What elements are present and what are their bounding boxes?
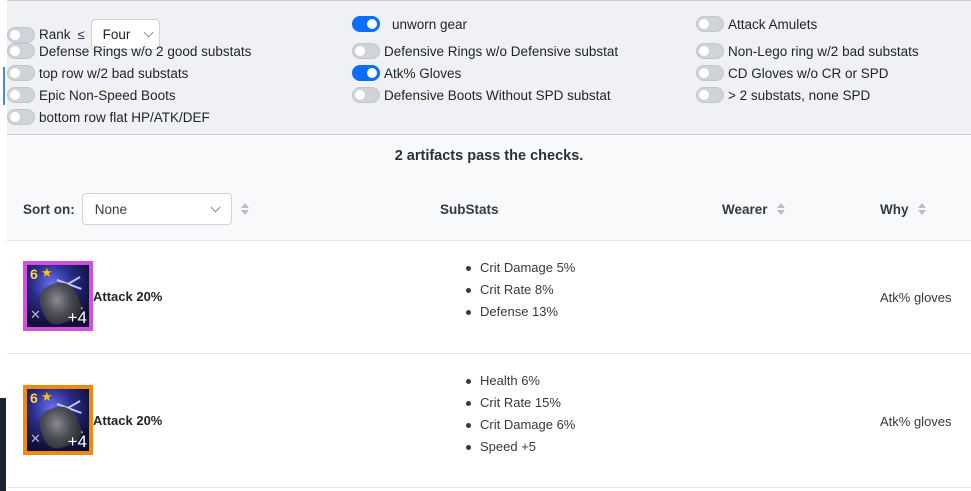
substat-list: Health 6% Crit Rate 15% Crit Damage 6% S…: [465, 370, 575, 458]
table-row: 6 ★ ✕ +4 Attack 20% Health 6% Crit Rate …: [7, 354, 971, 488]
filter-toggle[interactable]: [696, 65, 724, 81]
filter-toggle[interactable]: [7, 109, 35, 125]
filter-item[interactable]: Atk% Gloves: [352, 63, 461, 83]
results-summary: 2 artifacts pass the checks.: [7, 135, 971, 177]
sort-select[interactable]: None: [81, 193, 232, 225]
sort-select-value: None: [94, 201, 128, 217]
header-wearer-label: Wearer: [722, 201, 768, 217]
filter-toggle[interactable]: [7, 65, 35, 81]
sort-label: Sort on:: [23, 201, 75, 217]
artifact-rank: 6: [30, 266, 38, 282]
left-dark-strip: [0, 398, 6, 491]
filter-item[interactable]: Attack Amulets: [696, 14, 817, 34]
artifact-rank: 6: [30, 390, 38, 406]
filter-label: Defensive Boots Without SPD substat: [384, 87, 611, 103]
filter-label: Atk% Gloves: [384, 65, 462, 81]
filter-label: bottom row flat HP/ATK/DEF: [39, 109, 210, 125]
substat-list: Crit Damage 5% Crit Rate 8% Defense 13%: [465, 257, 575, 323]
filter-label: unworn gear: [392, 16, 468, 32]
artifact-image[interactable]: 6 ★ ✕ +4: [23, 261, 93, 331]
header-why[interactable]: Why: [880, 177, 926, 241]
substat-item: Crit Rate 8%: [465, 279, 575, 301]
filter-label: Epic Non-Speed Boots: [39, 87, 176, 103]
artifact-mainstat: Attack 20%: [93, 413, 163, 428]
artifact-mainstat: Attack 20%: [93, 289, 163, 304]
header-why-label: Why: [880, 201, 909, 217]
set-icon: ✕: [30, 431, 41, 446]
filter-item[interactable]: top row w/2 bad substats: [7, 63, 188, 83]
sort-control: Sort on: None: [23, 177, 249, 241]
sort-icon[interactable]: [776, 203, 785, 215]
header-substats-label: SubStats: [440, 201, 499, 217]
filter-item[interactable]: Defense Rings w/o 2 good substats: [7, 41, 251, 61]
filter-item[interactable]: CD Gloves w/o CR or SPD: [696, 63, 889, 83]
star-icon: ★: [41, 389, 53, 404]
sort-icon[interactable]: [240, 203, 249, 215]
set-icon: ✕: [30, 307, 41, 322]
filter-label: Defense Rings w/o 2 good substats: [39, 43, 252, 59]
substat-item: Health 6%: [465, 370, 575, 392]
filter-toggle[interactable]: [352, 43, 380, 59]
filter-toggle[interactable]: [352, 16, 380, 32]
left-accent-bar: [3, 67, 5, 105]
rank-comparator: ≤: [77, 27, 85, 42]
filter-label: CD Gloves w/o CR or SPD: [728, 65, 889, 81]
chevron-down-icon: [143, 27, 154, 38]
filter-toggle[interactable]: [696, 43, 724, 59]
artifact-image[interactable]: 6 ★ ✕ +4: [23, 385, 93, 455]
filter-label: Attack Amulets: [728, 16, 818, 32]
substat-item: Speed +5: [465, 436, 575, 458]
table-row: 6 ★ ✕ +4 Attack 20% Crit Damage 5% Crit …: [7, 241, 971, 354]
table-header: Sort on: None SubStats Wearer Why: [7, 177, 971, 241]
filter-item[interactable]: Epic Non-Speed Boots: [7, 85, 176, 105]
filter-toggle[interactable]: [7, 43, 35, 59]
filter-panel: Rank ≤ Four Defense Rings w/o 2 good sub…: [7, 0, 971, 135]
star-icon: ★: [41, 265, 53, 280]
substat-item: Crit Damage 5%: [465, 257, 575, 279]
filter-item[interactable]: unworn gear: [352, 14, 467, 34]
filter-label: Non-Lego ring w/2 bad substats: [728, 43, 919, 59]
filter-toggle[interactable]: [696, 16, 724, 32]
filter-item[interactable]: Defensive Boots Without SPD substat: [352, 85, 611, 105]
header-substats: SubStats: [440, 177, 499, 241]
filter-item[interactable]: Non-Lego ring w/2 bad substats: [696, 41, 919, 61]
artifact-why: Atk% gloves: [880, 414, 952, 429]
header-wearer[interactable]: Wearer: [722, 177, 785, 241]
sort-icon[interactable]: [917, 203, 926, 215]
filter-toggle[interactable]: [7, 87, 35, 103]
filter-item[interactable]: bottom row flat HP/ATK/DEF: [7, 107, 210, 127]
substat-item: Crit Damage 6%: [465, 414, 575, 436]
substat-item: Crit Rate 15%: [465, 392, 575, 414]
filter-label: > 2 substats, none SPD: [728, 87, 871, 103]
app-root: Rank ≤ Four Defense Rings w/o 2 good sub…: [0, 0, 971, 491]
filter-toggle[interactable]: [696, 87, 724, 103]
chevron-down-icon: [210, 202, 221, 212]
filter-item[interactable]: > 2 substats, none SPD: [696, 85, 870, 105]
filter-label: Defensive Rings w/o Defensive substat: [384, 43, 619, 59]
filter-item[interactable]: Defensive Rings w/o Defensive substat: [352, 41, 618, 61]
filter-toggle[interactable]: [352, 65, 380, 81]
artifact-why: Atk% gloves: [880, 290, 952, 305]
rank-select-value: Four: [102, 27, 131, 42]
filter-label: top row w/2 bad substats: [39, 65, 189, 81]
rank-label: Rank: [39, 27, 71, 42]
artifact-level: +4: [67, 432, 87, 451]
artifact-level: +4: [67, 308, 87, 327]
substat-item: Defense 13%: [465, 301, 575, 323]
filter-toggle[interactable]: [352, 87, 380, 103]
